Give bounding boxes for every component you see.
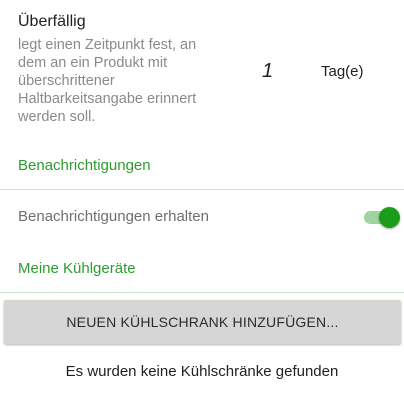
overdue-days-value[interactable]: 1 xyxy=(262,60,273,83)
notifications-toggle[interactable] xyxy=(364,207,400,228)
no-fridges-message: Es wurden keine Kühlschränke gefunden xyxy=(65,363,339,380)
overdue-days-unit: Tag(e) xyxy=(321,63,364,80)
notifications-section-header: Benachrichtigungen xyxy=(18,157,151,174)
section-divider xyxy=(0,292,404,293)
fridges-section-header: Meine Kühlgeräte xyxy=(18,260,136,277)
settings-page: Überfällig legt einen Zeitpunkt fest, an… xyxy=(0,0,404,400)
notifications-switch-row[interactable]: Benachrichtigungen erhalten xyxy=(0,190,404,242)
notifications-switch-label: Benachrichtigungen erhalten xyxy=(18,208,209,225)
overdue-preference[interactable]: Überfällig legt einen Zeitpunkt fest, an… xyxy=(0,0,404,132)
toggle-thumb xyxy=(379,207,400,228)
overdue-title: Überfällig xyxy=(18,13,86,30)
add-fridge-button[interactable]: NEUEN KÜHLSCHRANK HINZUFÜGEN... xyxy=(4,300,401,344)
overdue-summary: legt einen Zeitpunkt fest, an dem an ein… xyxy=(18,37,197,125)
